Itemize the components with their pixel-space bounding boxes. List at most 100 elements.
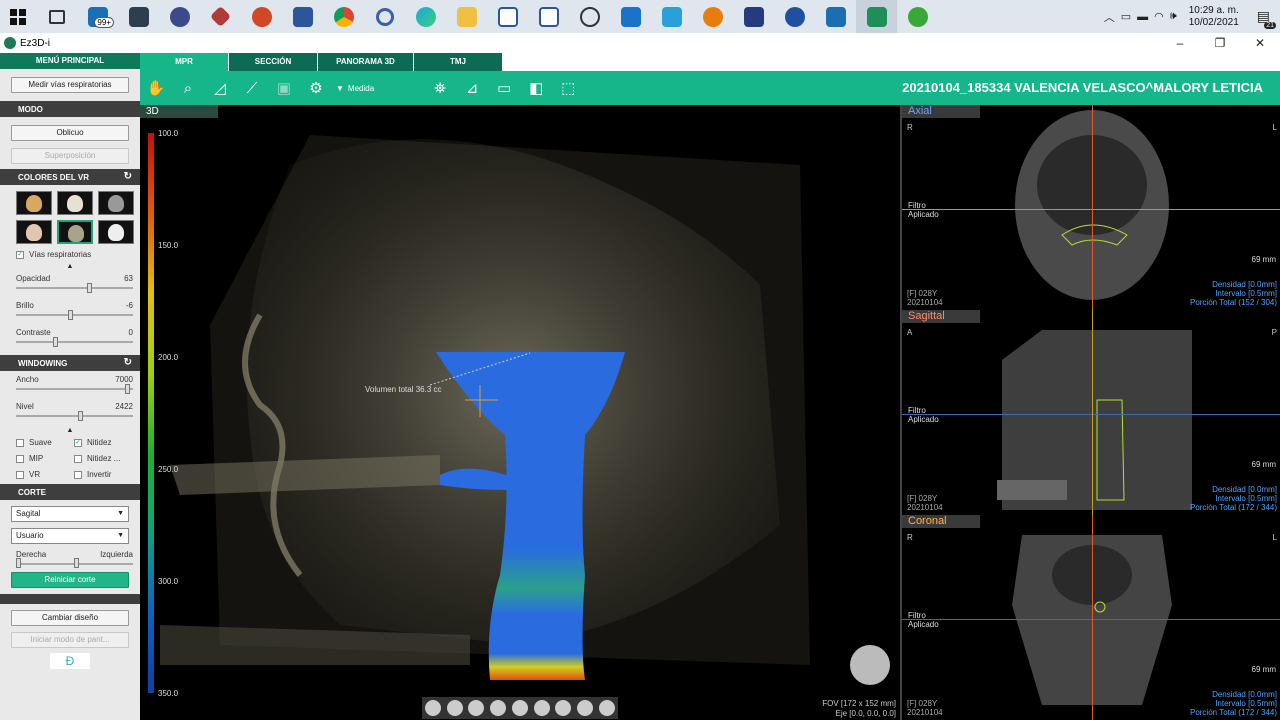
vr-preset-5[interactable] [57, 220, 93, 244]
collapse-arrow-icon[interactable]: ▲ [0, 427, 140, 434]
orientation-head-icon[interactable] [850, 645, 890, 685]
dropdown-arrow-icon[interactable]: ▼ [336, 84, 344, 93]
task-view-button[interactable] [36, 0, 77, 33]
taskbar-app-chrome[interactable] [323, 0, 364, 33]
refresh-icon[interactable]: ↻ [124, 171, 132, 182]
change-layout-button[interactable]: Cambiar diseño [11, 610, 129, 626]
tab-mpr[interactable]: MPR [140, 53, 228, 71]
taskbar-app-powerpoint[interactable] [241, 0, 282, 33]
taskbar-app-8[interactable] [733, 0, 774, 33]
orient-skull-icon[interactable] [490, 700, 507, 716]
orient-skull-icon[interactable] [424, 700, 441, 716]
vr-preset-4[interactable] [16, 220, 52, 244]
polyline-tool-icon[interactable]: ⟋ [236, 71, 268, 105]
slider-handle[interactable] [16, 558, 21, 568]
reset-cut-button[interactable]: Reiniciar corte [11, 572, 129, 588]
taskbar-app-mail[interactable]: 99+ [77, 0, 118, 33]
view-axial[interactable]: Axial R L Filtro Aplicado 69 mm [F] 028Y 2… [900, 105, 1280, 310]
taskbar-app-7[interactable] [651, 0, 692, 33]
taskbar-app-4[interactable] [364, 0, 405, 33]
vr-preset-3[interactable] [98, 191, 134, 215]
superposition-button[interactable]: Superposición [11, 148, 129, 164]
taskbar-app-9[interactable] [774, 0, 815, 33]
orient-skull-icon[interactable] [533, 700, 550, 716]
level-slider[interactable]: Nivel 2422 [0, 398, 140, 425]
oblique-button[interactable]: Oblicuo [11, 125, 129, 141]
orient-skull-icon[interactable] [468, 700, 485, 716]
pan-hand-icon[interactable]: ✋ [140, 71, 172, 105]
cut-plane-select[interactable]: Sagital [11, 506, 129, 522]
taskbar-app-5[interactable] [528, 0, 569, 33]
taskbar-app-blender[interactable] [692, 0, 733, 33]
contrast-slider[interactable]: Contraste 0 [0, 324, 140, 351]
mip-checkbox[interactable]: MIP [16, 454, 74, 463]
tab-seccion[interactable]: SECCIÓN [229, 53, 317, 71]
measure-dropdown[interactable]: Medida [348, 84, 374, 93]
maximize-button[interactable]: ❐ [1200, 33, 1240, 53]
collapse-arrow-icon[interactable]: ▲ [0, 263, 140, 270]
taskbar-app-3[interactable] [200, 0, 241, 33]
angle-tool-icon[interactable]: ◿ [204, 71, 236, 105]
measure-airway-button[interactable]: Medir vías respiratorias [11, 77, 129, 93]
opacity-slider[interactable]: Opacidad 63 [0, 270, 140, 297]
taskbar-app-2[interactable] [159, 0, 200, 33]
notification-icon[interactable]: ▤ 21 [1257, 8, 1276, 29]
angle-measure-icon[interactable]: ⊿ [456, 71, 488, 105]
sharpness-checkbox[interactable]: ✓ Nitidez [74, 438, 134, 447]
taskbar-app-explorer[interactable] [446, 0, 487, 33]
taskbar-app-11[interactable] [897, 0, 938, 33]
vr-preset-6[interactable] [98, 220, 134, 244]
clock[interactable]: 10:29 a. m. 10/02/2021 [1189, 5, 1239, 29]
slider-handle[interactable] [87, 283, 92, 293]
zoom-magnifier-icon[interactable]: ⌕ [172, 71, 204, 105]
tab-tmj[interactable]: TMJ [414, 53, 502, 71]
vr-checkbox[interactable]: VR [16, 470, 74, 479]
view-sagittal[interactable]: Sagittal A P Filtro Aplicado 69 mm [F] 02… [900, 310, 1280, 515]
vr-preset-1[interactable] [16, 191, 52, 215]
rotate-icon[interactable] [599, 700, 615, 716]
orient-skull-icon[interactable] [577, 700, 594, 716]
camera-icon[interactable]: ▣ [268, 71, 300, 105]
refresh-icon[interactable]: ↻ [124, 357, 132, 368]
slider-handle[interactable] [125, 384, 130, 394]
taskbar-app-store[interactable] [282, 0, 323, 33]
smooth-checkbox[interactable]: Suave [16, 438, 74, 447]
tab-panorama-3d[interactable]: PANORAMA 3D [318, 53, 413, 71]
airways-checkbox[interactable]: ✓ Vías respiratorias [0, 250, 140, 259]
view-coronal[interactable]: Coronal R L Filtro Aplicado 69 mm [F] 028… [900, 515, 1280, 720]
taskbar-app-1[interactable] [118, 0, 159, 33]
settings-icon[interactable]: ⚙ [300, 71, 332, 105]
width-slider[interactable]: Ancho 7000 [0, 371, 140, 398]
invert-checkbox[interactable]: Invertir [74, 470, 134, 479]
sharpness2-checkbox[interactable]: Nitidez ... [74, 454, 134, 463]
orient-skull-icon[interactable] [446, 700, 463, 716]
airway-measure-icon[interactable]: ⛯ [424, 71, 456, 105]
minimize-button[interactable]: – [1160, 33, 1200, 53]
battery-icon[interactable]: ▬ [1137, 11, 1148, 23]
windows-start-button[interactable] [0, 0, 36, 33]
slider-handle[interactable] [78, 411, 83, 421]
cut-mode-select[interactable]: Usuario [11, 528, 129, 544]
taskbar-app-6[interactable] [610, 0, 651, 33]
vr-preset-2[interactable] [57, 191, 93, 215]
orient-skull-icon[interactable] [555, 700, 572, 716]
cube-icon[interactable]: ⬚ [552, 71, 584, 105]
main-menu-header[interactable]: MENÚ PRINCIPAL [0, 53, 140, 69]
network-icon[interactable]: ▭ [1121, 10, 1131, 23]
orient-skull-icon[interactable] [511, 700, 528, 716]
speaker-icon[interactable]: 🕪 [1170, 10, 1177, 23]
cut-slider[interactable]: Derecha Izquierda [0, 548, 140, 572]
view-3d[interactable]: 3D 100.0 150.0 200.0 250.0 300.0 350.0 V… [140, 105, 900, 720]
image-icon[interactable]: ◧ [520, 71, 552, 105]
fullscreen-mode-button[interactable]: Iniciar modo de pant... [11, 632, 129, 648]
brightness-slider[interactable]: Brillo -6 [0, 297, 140, 324]
panorama-icon[interactable]: ▭ [488, 71, 520, 105]
slider-handle[interactable] [74, 558, 79, 568]
taskbar-app-ez3di[interactable] [856, 0, 897, 33]
taskbar-app-obs[interactable] [569, 0, 610, 33]
chevron-up-icon[interactable]: ︿ [1104, 9, 1115, 25]
taskbar-app-edge[interactable] [405, 0, 446, 33]
taskbar-app-word[interactable] [487, 0, 528, 33]
wifi-icon[interactable]: ◠ [1154, 10, 1164, 23]
slider-handle[interactable] [53, 337, 58, 347]
